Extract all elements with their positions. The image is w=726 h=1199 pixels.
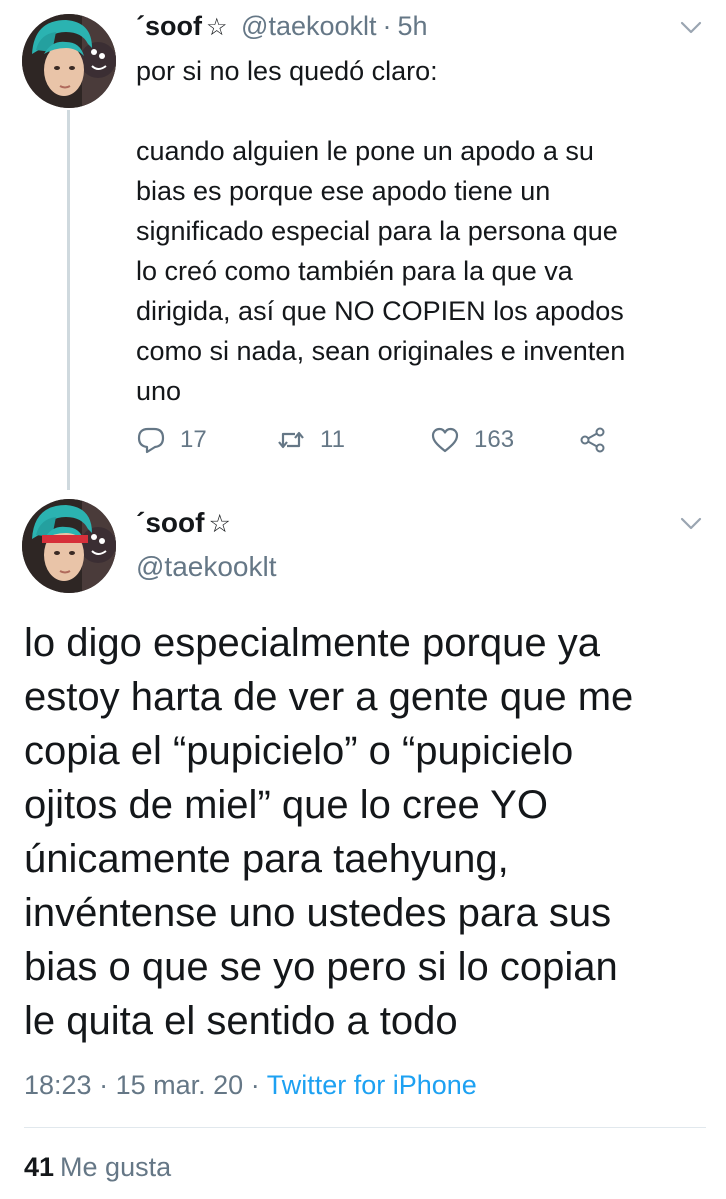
- tweet-text-line: lo digo especialmente porque ya: [24, 621, 600, 665]
- tweet-text-line: bias o que se yo pero si lo copian: [24, 945, 618, 989]
- tweet-text: lo digo especialmente porque ya estoy ha…: [24, 616, 714, 1048]
- meta-separator: ·: [250, 1070, 260, 1100]
- meta-separator: ·: [382, 11, 392, 41]
- tweet-text-line: dirigida, así que NO COPIEN los apodos: [136, 296, 624, 326]
- share-button[interactable]: [578, 422, 608, 458]
- tweet-text-line: únicamente para taehyung,: [24, 837, 509, 881]
- name-prefix: ´: [136, 11, 145, 41]
- tweet-text-line: uno: [136, 376, 182, 406]
- heart-icon: [431, 427, 459, 453]
- likes-label: Me gusta: [60, 1152, 172, 1182]
- star-icon: ☆: [206, 14, 228, 41]
- name-text: soof: [145, 11, 202, 41]
- reply-icon: [137, 427, 165, 454]
- reply-button[interactable]: 17: [136, 422, 207, 458]
- tweet-date[interactable]: 15 mar. 20: [116, 1070, 244, 1100]
- retweet-icon: [278, 431, 304, 449]
- share-icon: [580, 427, 605, 453]
- name-prefix: ´: [136, 507, 146, 538]
- reply-count: 17: [180, 426, 207, 453]
- tweet-time[interactable]: 5h: [398, 11, 428, 41]
- user-handle[interactable]: @taekooklt: [241, 11, 376, 41]
- like-count: 41: [24, 1152, 55, 1182]
- tweet-text-line: estoy harta de ver a gente que me: [24, 675, 634, 719]
- star-icon: ☆: [208, 510, 231, 538]
- divider: [24, 1127, 706, 1128]
- tweet-text: por si no les quedó claro: cuando alguie…: [136, 51, 716, 411]
- avatar[interactable]: [22, 14, 116, 108]
- tweet-actions: 17 11 163: [136, 422, 696, 458]
- tweet-timestamp: 18:23 · 15 mar. 20 · Twitter for iPhone: [24, 1068, 477, 1102]
- chevron-down-icon[interactable]: [680, 21, 702, 35]
- tweet-text-line: por si no les quedó claro:: [136, 56, 438, 86]
- tweet-source-link[interactable]: Twitter for iPhone: [267, 1070, 477, 1100]
- like-count: 163: [474, 426, 515, 453]
- meta-separator: ·: [99, 1070, 109, 1100]
- tweet-text-line: como si nada, sean originales e inventen: [136, 336, 626, 366]
- tweet-text-line: lo creó como también para la que va: [136, 256, 573, 286]
- tweet-text-line: significado especial para la persona que: [136, 216, 618, 246]
- thread-connector-line: [67, 110, 70, 490]
- tweet-text-line: ojitos de miel” que lo cree YO: [24, 783, 548, 827]
- tweet-text-line: bias es porque ese apodo tiene un: [136, 176, 551, 206]
- user-handle[interactable]: @taekooklt: [136, 549, 277, 585]
- display-name[interactable]: ´soof: [136, 11, 202, 41]
- likes-summary[interactable]: 41 Me gusta: [24, 1150, 171, 1184]
- avatar-image: [22, 14, 116, 108]
- tweet-text-line: cuando alguien le pone un apodo a su: [136, 136, 594, 166]
- tweet-text-line: le quita el sentido a todo: [24, 999, 458, 1043]
- tweet-time[interactable]: 18:23: [24, 1070, 92, 1100]
- tweet-header: ´soof ☆ @taekooklt · 5h: [136, 9, 428, 45]
- retweet-button[interactable]: 11: [276, 422, 345, 458]
- avatar[interactable]: [22, 499, 116, 593]
- avatar-image: [22, 499, 116, 593]
- display-name[interactable]: ´soof ☆: [136, 505, 231, 542]
- name-text: soof: [145, 507, 205, 538]
- tweet-text-line: invéntense uno ustedes para sus: [24, 891, 612, 935]
- like-button[interactable]: 163: [430, 422, 514, 458]
- tweet-text-line: copia el “pupicielo” o “pupicielo: [24, 729, 574, 773]
- chevron-down-icon[interactable]: [680, 517, 702, 531]
- retweet-count: 11: [320, 426, 345, 453]
